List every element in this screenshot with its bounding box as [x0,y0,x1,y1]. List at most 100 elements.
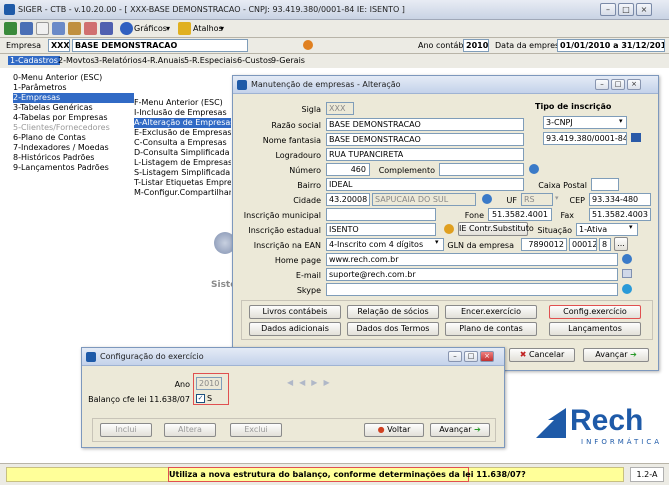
fone-field[interactable]: 51.3582.4001 [488,208,552,221]
menu-item-empresas[interactable]: 2-Empresas [13,93,134,103]
maximize-button[interactable]: □ [618,3,634,16]
menu-item[interactable]: 5-Clientes/Fornecedores [13,123,134,133]
razao-social-field[interactable]: BASE DEMONSTRACAO [326,118,524,131]
document-icon[interactable] [36,22,49,35]
gln-field-3[interactable]: 8 [599,238,611,251]
back-icon[interactable] [4,22,17,35]
cancelar-button[interactable]: ✖ Cancelar [509,348,575,362]
gln-browse-button[interactable]: ... [614,237,628,251]
menu-relatorios[interactable]: 3-Relatórios [92,56,144,65]
inclui-button[interactable]: Inclui [100,423,152,437]
close-button[interactable]: × [627,79,641,90]
minimize-button[interactable]: – [600,3,616,16]
exclui-button[interactable]: Exclui [230,423,282,437]
people-icon[interactable] [84,22,97,35]
tools-icon[interactable] [68,22,81,35]
skype-icon[interactable] [622,284,632,294]
chevron-down-icon[interactable]: ▾ [435,238,439,246]
menu-movtos[interactable]: 2-Movtos [56,56,97,65]
gln-field-1[interactable]: 7890012 [521,238,567,251]
menu-item[interactable]: M-Configur.Compartilhamento [134,188,231,198]
empresa-code-field[interactable]: XXX [48,39,70,52]
map-icon[interactable] [482,194,492,204]
atalhos-icon[interactable] [178,22,191,35]
menu-item[interactable]: 3-Tabelas Genéricas [13,103,134,113]
avancar-button[interactable]: Avançar ➔ [583,348,649,362]
relacao-socios-button[interactable]: Relação de sócios [347,305,439,319]
cidade-code-field[interactable]: 43.20008 [326,193,370,206]
gln-field-2[interactable]: 00012 [569,238,597,251]
email-icon[interactable] [622,269,632,278]
dados-termos-button[interactable]: Dados dos Termos [347,322,439,336]
menu-item[interactable]: T-Listar Etiquetas Empresas [134,178,231,188]
ie-contr-substituto-button[interactable]: IE Contr.Substituto [458,222,534,236]
menu-item[interactable]: 4-Tabelas por Empresas [13,113,134,123]
dropdown-arrow-icon[interactable]: ▾ [166,24,170,33]
plano-contas-button[interactable]: Plano de contas [445,322,537,336]
inscricao-ean-select[interactable]: 4-Inscrito com 4 dígitos [326,238,444,251]
chevron-down-icon[interactable]: ▾ [629,223,633,231]
chevron-down-icon[interactable]: ▾ [619,117,623,125]
graficos-menu[interactable]: Gráficos [134,24,167,33]
logradouro-field[interactable]: RUA TUPANCIRETA [326,148,524,161]
lookup-icon[interactable] [631,133,641,142]
numero-field[interactable]: 460 [326,163,370,176]
livros-contabeis-button[interactable]: Livros contábeis [249,305,341,319]
close-button[interactable]: × [480,351,494,362]
balanco-checkbox[interactable]: ✓ [196,394,205,403]
menu-r-especiais[interactable]: 5-R.Especiais [182,56,239,65]
homepage-field[interactable]: www.rech.com.br [326,253,618,266]
menu-r-anuais[interactable]: 4-R.Anuais [140,56,187,65]
maximize-button[interactable]: □ [464,351,478,362]
graficos-icon[interactable] [120,22,133,35]
altera-button[interactable]: Altera [164,423,216,437]
browser-icon[interactable] [622,254,632,264]
cnpj-field[interactable]: 93.419.380/0001-84 [543,132,627,145]
complemento-field[interactable] [439,163,524,176]
bairro-field[interactable]: IDEAL [326,178,524,191]
menu-item[interactable]: 6-Plano de Contas [13,133,134,143]
menu-item[interactable]: E-Exclusão de Empresas [134,128,231,138]
menu-gerais[interactable]: 9-Gerais [269,56,307,65]
menu-item[interactable]: 9-Lançamentos Padrões [13,163,134,173]
close-button[interactable]: × [636,3,652,16]
calculator-icon[interactable] [52,22,65,35]
menu-item[interactable]: 7-Indexadores / Moedas [13,143,134,153]
empresa-name-field[interactable]: BASE DEMONSTRACAO [72,39,248,52]
encer-exercicio-button[interactable]: Encer.exercício [445,305,537,319]
inscricao-estadual-field[interactable]: ISENTO [326,223,436,236]
menu-item[interactable]: F-Menu Anterior (ESC) [134,98,231,108]
config-exercicio-button[interactable]: Config.exercício [549,305,641,319]
caixa-postal-field[interactable] [591,178,619,191]
menu-item[interactable]: D-Consulta Simplificada [134,148,231,158]
cep-field[interactable]: 93.334-480 [589,193,651,206]
save-icon[interactable] [20,22,33,35]
dados-adicionais-button[interactable]: Dados adicionais [249,322,341,336]
refresh-icon[interactable] [303,40,313,50]
avancar-button[interactable]: Avançar ➔ [430,423,490,437]
voltar-button[interactable]: ● Voltar [364,423,424,437]
map-icon[interactable] [529,164,539,174]
minimize-button[interactable]: – [595,79,609,90]
menu-item[interactable]: S-Listagem Simplificada [134,168,231,178]
tipo-inscricao-select[interactable]: 3-CNPJ [543,116,627,129]
menu-item[interactable]: 8-Históricos Padrões [13,153,134,163]
fax-field[interactable]: 51.3582.4003 [589,208,651,221]
inscricao-municipal-field[interactable] [326,208,436,221]
email-field[interactable]: suporte@rech.com.br [326,268,618,281]
skype-field[interactable] [326,283,618,296]
menu-item[interactable]: C-Consulta a Empresas [134,138,231,148]
nome-fantasia-field[interactable]: BASE DEMONSTRACAO [326,133,524,146]
menu-item[interactable]: L-Listagem de Empresas [134,158,231,168]
dropdown-arrow-icon[interactable]: ▾ [220,24,224,33]
menu-cadastros[interactable]: 1-Cadastros [8,56,60,65]
menu-item[interactable]: I-Inclusão de Empresas [134,108,231,118]
atalhos-menu[interactable]: Atalhos [193,24,223,33]
menu-item[interactable]: 1-Parâmetros [13,83,134,93]
minimize-button[interactable]: – [448,351,462,362]
menu-item[interactable]: 0-Menu Anterior (ESC) [13,73,134,83]
menu-item-alteracao[interactable]: A-Alteração de Empresas [134,118,231,128]
chart-icon[interactable] [100,22,113,35]
lancamentos-button[interactable]: Lançamentos [549,322,641,336]
maximize-button[interactable]: □ [611,79,625,90]
